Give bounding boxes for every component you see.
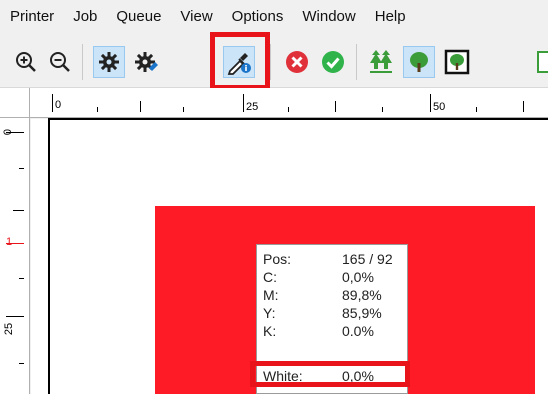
menu-window[interactable]: Window [300,2,357,29]
ruler-corner [0,88,30,118]
ruler-label-0: 0 [2,128,15,136]
tile-view-icon [370,50,392,73]
confirm-icon [322,51,344,73]
menu-help[interactable]: Help [373,2,408,29]
info-row-k: K: 0,0% [257,323,409,336]
ruler-tick [382,107,383,112]
menu-view[interactable]: View [178,2,214,29]
menu-printer[interactable]: Printer [8,2,56,29]
info-row-pos: Pos: 165 / 92 [257,251,409,269]
ruler-tick [183,107,184,112]
page-border-left [48,118,50,394]
ruler-tick [243,94,244,112]
info-row-y: Y: 85,9% [257,305,409,323]
ruler-tick [523,101,524,112]
gear-tool-button[interactable] [131,46,163,78]
ruler-label-1: 1 [6,236,13,248]
settings-button[interactable] [93,46,125,78]
ruler-tick [19,278,24,279]
info-label: Pos: [263,251,292,267]
gear-tool-icon [135,52,158,72]
menu-queue[interactable]: Queue [114,2,163,29]
tree-view-icon [410,52,428,72]
zoom-out-icon [50,52,70,72]
tree-partial-icon [537,51,548,73]
ruler-tick [97,107,98,112]
info-label: C: [263,269,277,285]
info-row-c: C: 0,0% [257,269,409,287]
ruler-tick [19,363,24,364]
ruler-tick [140,101,141,112]
info-label: M: [263,287,279,303]
ruler-tick [52,94,53,112]
toolbar-separator [270,44,271,80]
ruler-tick [6,316,24,317]
info-value: 0,0% [342,269,374,285]
ruler-tick [476,107,477,112]
toolbar-separator [356,44,357,80]
info-value: 0,0% [342,323,374,336]
info-value: 85,9% [342,305,382,321]
tile-view-button[interactable] [365,46,397,78]
ruler-tick [19,168,24,169]
tree-view-button[interactable] [403,46,435,78]
highlight-box [210,32,270,90]
info-row-m: M: 89,8% [257,287,409,305]
confirm-button[interactable] [317,46,349,78]
menu-bar: Printer Job Queue View Options Window He… [0,0,548,30]
toolbar-separator [82,44,83,80]
ruler-label-25: 25 [3,322,16,336]
toolbar [0,30,548,90]
tree-partial-button[interactable] [536,46,548,78]
menu-options[interactable]: Options [230,2,286,29]
ruler-tick [288,107,289,112]
info-label: Y: [263,305,276,321]
info-value: 165 / 92 [342,251,393,267]
menu-job[interactable]: Job [71,2,99,29]
cancel-icon [286,51,308,73]
ruler-tick [335,101,336,112]
tree-frame-button[interactable] [441,46,473,78]
ruler-label-0: 0 [55,99,62,111]
zoom-out-button[interactable] [44,46,76,78]
ruler-tick [13,210,24,211]
zoom-in-button[interactable] [10,46,42,78]
ruler-left: 0 1 25 [0,118,30,394]
ruler-label-25: 25 [246,101,259,113]
zoom-in-icon [16,52,36,72]
info-label: K: [263,323,277,336]
highlight-box [250,361,410,387]
ruler-label-50: 50 [433,101,446,113]
ruler-tick [430,94,431,112]
cancel-button[interactable] [281,46,313,78]
info-value: 89,8% [342,287,382,303]
tree-frame-icon [444,49,470,75]
ruler-top: 0 25 50 [0,88,548,118]
settings-gear-icon [99,52,119,72]
page-border-top [48,118,548,120]
